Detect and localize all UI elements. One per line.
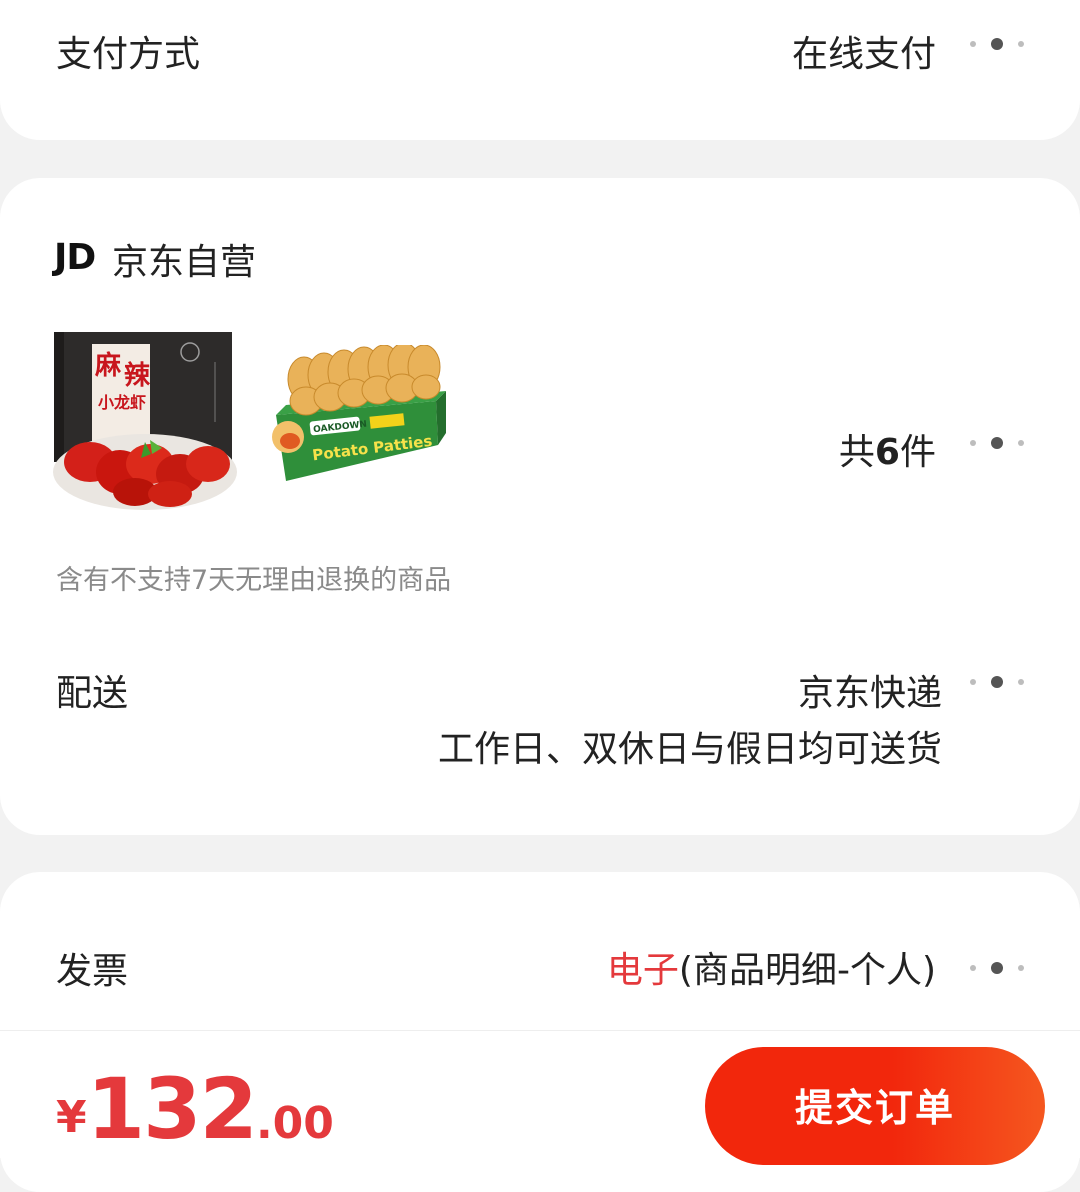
total-price: ¥132.00 xyxy=(56,1060,334,1158)
invoice-type: 电子 xyxy=(606,950,679,991)
delivery-label: 配送 xyxy=(56,673,129,714)
invoice-more-icon[interactable] xyxy=(970,961,1024,975)
payment-label: 支付方式 xyxy=(56,34,201,75)
product-count-number: 6 xyxy=(874,432,900,473)
invoice-value[interactable]: 电子(商品明细-个人) xyxy=(607,941,936,993)
delivery-schedule: 工作日、双休日与假日均可送货 xyxy=(437,729,942,770)
thumb1-char-1: 麻 xyxy=(94,351,122,381)
jd-logo-icon: JD xyxy=(54,237,96,278)
shop-name: 京东自营 xyxy=(112,242,257,283)
return-policy-notice: 含有不支持7天无理由退换的商品 xyxy=(56,565,452,596)
invoice-detail: (商品明细-个人) xyxy=(678,950,936,991)
products-more-icon[interactable] xyxy=(970,436,1024,450)
invoice-label: 发票 xyxy=(56,951,129,992)
thumb1-char-3: 小龙虾 xyxy=(98,393,146,412)
price-decimal: .00 xyxy=(255,1098,334,1149)
product-thumbnail-crayfish[interactable]: 麻 辣 小龙虾 xyxy=(50,322,240,512)
thumb1-char-2: 辣 xyxy=(124,360,151,391)
price-integer: 132 xyxy=(86,1060,258,1158)
payment-more-icon[interactable] xyxy=(970,37,1024,51)
product-count[interactable]: 共6件 xyxy=(839,423,936,475)
delivery-more-icon[interactable] xyxy=(970,675,1024,689)
currency-symbol: ¥ xyxy=(56,1092,87,1143)
submit-order-button[interactable]: 提交订单 xyxy=(705,1047,1045,1165)
payment-value[interactable]: 在线支付 xyxy=(792,25,936,77)
delivery-carrier[interactable]: 京东快递 xyxy=(798,664,942,716)
product-thumbnail-potato-patties[interactable]: OAKDOWN Potato Patties xyxy=(266,342,456,535)
